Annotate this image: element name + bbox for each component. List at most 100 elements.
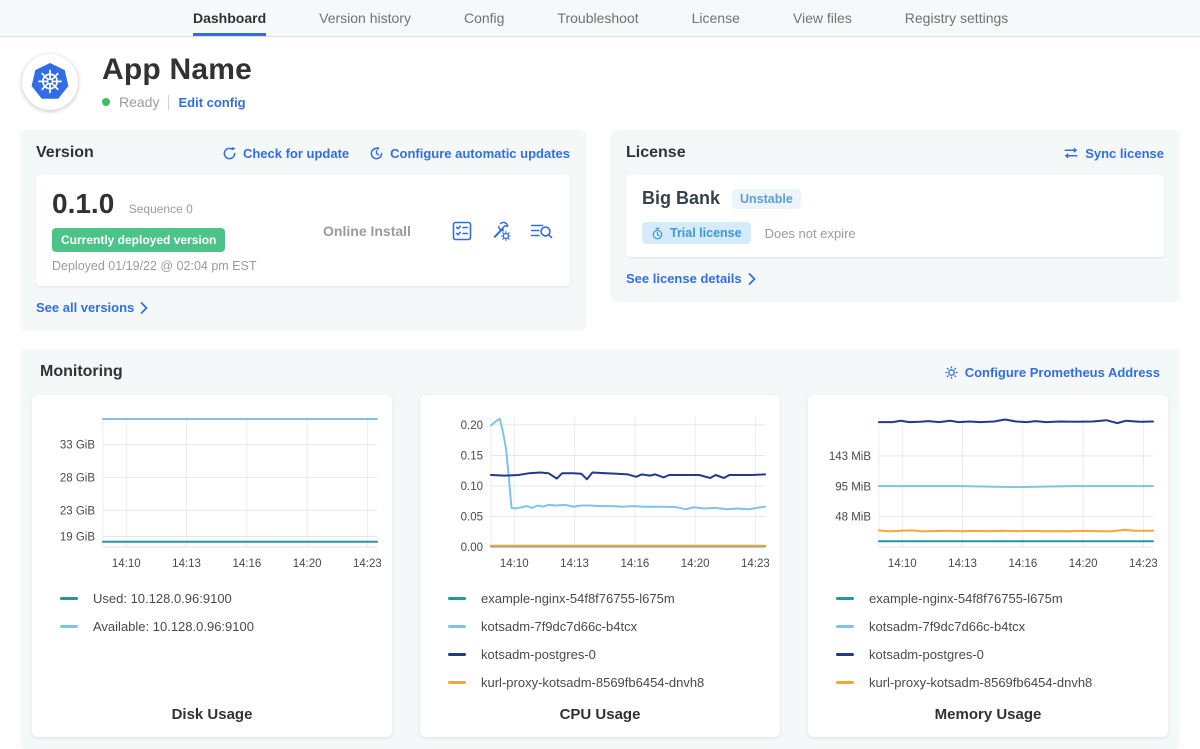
chart-title: CPU Usage xyxy=(430,706,770,737)
schedule-update-icon xyxy=(369,146,384,161)
legend-label: example-nginx-54f8f76755-l675m xyxy=(869,591,1063,606)
svg-text:14:20: 14:20 xyxy=(1069,558,1098,570)
deployed-timestamp: Deployed 01/19/22 @ 02:04 pm EST xyxy=(52,259,284,273)
legend-swatch-icon xyxy=(60,625,78,628)
license-panel-header: License Sync license xyxy=(626,144,1164,162)
app-header: App Name Ready Edit config xyxy=(0,37,1200,120)
preflight-checks-icon[interactable] xyxy=(450,219,474,243)
svg-text:19 GiB: 19 GiB xyxy=(60,532,95,544)
legend-label: kotsadm-postgres-0 xyxy=(481,647,596,662)
install-type-label: Online Install xyxy=(284,223,450,239)
svg-text:14:20: 14:20 xyxy=(293,558,322,570)
see-license-details-link[interactable]: See license details xyxy=(626,271,756,286)
legend-item: kotsadm-postgres-0 xyxy=(448,647,764,662)
memory-usage-chart-card: 48 MiB95 MiB143 MiB14:1014:1314:1614:201… xyxy=(808,395,1168,737)
svg-text:14:13: 14:13 xyxy=(172,558,201,570)
license-expiry: Does not expire xyxy=(765,226,856,241)
configure-prometheus-button[interactable]: Configure Prometheus Address xyxy=(944,365,1160,380)
legend-swatch-icon xyxy=(836,681,854,684)
configure-automatic-updates-button[interactable]: Configure automatic updates xyxy=(369,146,570,161)
license-name-row: Big Bank Unstable xyxy=(642,188,1148,209)
view-logs-icon[interactable] xyxy=(528,219,554,243)
stopwatch-icon xyxy=(651,227,664,240)
legend-item: example-nginx-54f8f76755-l675m xyxy=(836,591,1152,606)
see-all-versions-link[interactable]: See all versions xyxy=(36,300,148,315)
config-wrench-icon[interactable] xyxy=(489,219,513,243)
sync-license-button[interactable]: Sync license xyxy=(1063,146,1164,161)
tab-view-files[interactable]: View files xyxy=(793,10,852,36)
legend-swatch-icon xyxy=(836,625,854,628)
current-version-card: 0.1.0 Sequence 0 Currently deployed vers… xyxy=(36,175,570,286)
chart-legend: Used: 10.128.0.96:9100 Available: 10.128.… xyxy=(42,579,382,647)
check-for-update-button[interactable]: Check for update xyxy=(222,146,349,161)
legend-swatch-icon xyxy=(448,653,466,656)
legend-label: kotsadm-7f9dc7d66c-b4tcx xyxy=(869,619,1025,634)
legend-label: kurl-proxy-kotsadm-8569fb6454-dnvh8 xyxy=(481,675,704,690)
cpu-usage-plot: 0.000.050.100.150.2014:1014:1314:1614:20… xyxy=(431,409,769,579)
legend-item: kotsadm-postgres-0 xyxy=(836,647,1152,662)
svg-text:0.05: 0.05 xyxy=(461,512,483,524)
legend-item: kurl-proxy-kotsadm-8569fb6454-dnvh8 xyxy=(448,675,764,690)
svg-text:48 MiB: 48 MiB xyxy=(835,511,871,523)
monitoring-panel: Monitoring Configure Prometheus Address … xyxy=(20,349,1180,749)
chart-title: Disk Usage xyxy=(42,706,382,737)
svg-text:0.00: 0.00 xyxy=(461,542,483,554)
legend-swatch-icon xyxy=(836,653,854,656)
svg-text:14:23: 14:23 xyxy=(1129,558,1157,570)
tab-config[interactable]: Config xyxy=(464,10,504,36)
app-logo xyxy=(22,54,78,110)
gear-icon xyxy=(944,365,959,380)
svg-text:28 GiB: 28 GiB xyxy=(60,472,95,484)
chart-title: Memory Usage xyxy=(818,706,1158,737)
svg-text:14:16: 14:16 xyxy=(232,558,261,570)
deployed-badge: Currently deployed version xyxy=(52,228,225,252)
legend-label: kotsadm-7f9dc7d66c-b4tcx xyxy=(481,619,637,634)
legend-label: kurl-proxy-kotsadm-8569fb6454-dnvh8 xyxy=(869,675,1092,690)
chevron-right-icon xyxy=(748,273,756,285)
app-status-row: Ready Edit config xyxy=(102,94,252,110)
svg-text:0.20: 0.20 xyxy=(461,420,483,432)
license-type-row: Trial license Does not expire xyxy=(642,222,1148,244)
svg-text:143 MiB: 143 MiB xyxy=(829,451,872,463)
chart-legend: example-nginx-54f8f76755-l675m kotsadm-7f… xyxy=(818,579,1158,703)
disk-usage-plot: 19 GiB 23 GiB 28 GiB 33 GiB 14:10 14:13 14:16 1… xyxy=(43,409,381,579)
version-info: 0.1.0 Sequence 0 Currently deployed vers… xyxy=(52,188,284,273)
tab-version-history[interactable]: Version history xyxy=(319,10,411,36)
svg-text:14:13: 14:13 xyxy=(948,558,977,570)
tab-troubleshoot[interactable]: Troubleshoot xyxy=(557,10,638,36)
version-number: 0.1.0 xyxy=(52,188,114,219)
legend-item: example-nginx-54f8f76755-l675m xyxy=(448,591,764,606)
tab-license[interactable]: License xyxy=(692,10,740,36)
kubernetes-icon xyxy=(27,59,73,105)
legend-label: Used: 10.128.0.96:9100 xyxy=(93,591,232,606)
legend-swatch-icon xyxy=(836,597,854,600)
legend-swatch-icon xyxy=(448,597,466,600)
disk-usage-chart-card: 19 GiB 23 GiB 28 GiB 33 GiB 14:10 14:13 14:16 1… xyxy=(32,395,392,737)
svg-text:0.10: 0.10 xyxy=(461,481,483,493)
version-action-icons xyxy=(450,219,554,243)
app-title-block: App Name Ready Edit config xyxy=(102,53,252,110)
svg-text:33 GiB: 33 GiB xyxy=(60,440,95,452)
version-panel: Version Check for update Configure au xyxy=(20,130,586,331)
svg-text:95 MiB: 95 MiB xyxy=(835,481,871,493)
see-all-versions-row: See all versions xyxy=(36,299,570,317)
top-nav: Dashboard Version history Config Troublesho… xyxy=(0,0,1200,37)
tab-registry-settings[interactable]: Registry settings xyxy=(905,10,1008,36)
legend-label: example-nginx-54f8f76755-l675m xyxy=(481,591,675,606)
memory-usage-plot: 48 MiB95 MiB143 MiB14:1014:1314:1614:201… xyxy=(819,409,1157,579)
legend-label: Available: 10.128.0.96:9100 xyxy=(93,619,254,634)
svg-text:14:16: 14:16 xyxy=(1008,558,1037,570)
legend-item: kotsadm-7f9dc7d66c-b4tcx xyxy=(836,619,1152,634)
svg-text:14:10: 14:10 xyxy=(112,558,141,570)
top-cards-row: Version Check for update Configure au xyxy=(0,120,1200,331)
svg-text:23 GiB: 23 GiB xyxy=(60,505,95,517)
svg-text:0.15: 0.15 xyxy=(461,450,483,462)
refresh-icon xyxy=(222,146,237,161)
version-panel-header: Version Check for update Configure au xyxy=(36,144,570,162)
tab-dashboard[interactable]: Dashboard xyxy=(193,10,266,36)
edit-config-link[interactable]: Edit config xyxy=(178,95,245,110)
channel-badge: Unstable xyxy=(732,189,801,209)
legend-item: Used: 10.128.0.96:9100 xyxy=(60,591,376,606)
page-title: App Name xyxy=(102,53,252,87)
charts-row: 19 GiB 23 GiB 28 GiB 33 GiB 14:10 14:13 14:16 1… xyxy=(32,395,1168,737)
